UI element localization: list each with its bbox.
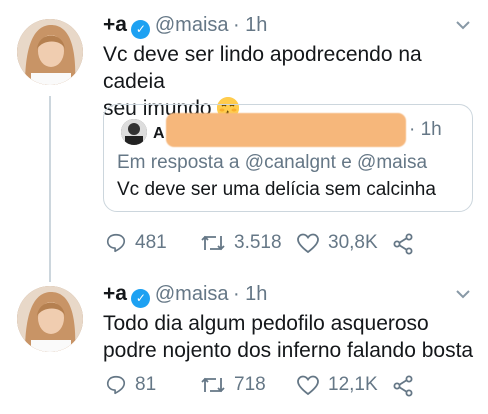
quoted-tweet[interactable]: A · 1h Em resposta a @canalgnt e @maisa … (103, 104, 473, 212)
reply-prefix: Em resposta a (117, 152, 240, 173)
quoted-time-value: 1h (420, 119, 442, 140)
verified-icon: ✓ (131, 289, 151, 308)
quoted-name-fragment: A (153, 125, 165, 142)
tweet-time[interactable]: · 1h (233, 283, 267, 305)
thread-line (49, 96, 51, 282)
tweet-text-line: podre nojento dos inferno falando bosta (103, 339, 474, 362)
tweet-text-line: Todo dia algum pedofilo asqueroso (103, 312, 429, 335)
reply-handle[interactable]: @maisa (357, 152, 427, 173)
quoted-time: · 1h (409, 119, 442, 141)
chevron-down-icon[interactable] (455, 287, 471, 305)
user-handle[interactable]: @maisa (155, 14, 229, 36)
reply-icon (106, 375, 126, 395)
reply-icon (106, 233, 126, 253)
like-button[interactable]: 12,1K (296, 374, 378, 396)
display-name[interactable]: +a (103, 13, 127, 36)
reply-button[interactable]: 81 (105, 374, 156, 396)
reply-count: 481 (135, 232, 167, 253)
quoted-avatar (121, 119, 147, 145)
share-icon (393, 375, 413, 397)
dot-separator: · (409, 119, 416, 140)
share-icon (393, 233, 413, 255)
share-button[interactable] (392, 233, 422, 255)
like-count: 30,8K (328, 232, 378, 253)
heart-icon (297, 375, 319, 396)
retweet-icon (201, 377, 225, 393)
quoted-text: Vc deve ser uma delícia sem calcinha (117, 179, 436, 200)
redaction-overlay (166, 113, 406, 147)
tweet-text-line: Vc deve ser lindo apodrecendo na cadeia (103, 43, 422, 93)
share-button[interactable] (392, 375, 422, 397)
avatar[interactable] (17, 286, 83, 352)
retweet-button[interactable]: 718 (200, 374, 266, 396)
avatar[interactable] (17, 19, 83, 85)
reply-handle[interactable]: @canalgnt (245, 152, 336, 173)
retweet-count: 3.518 (234, 232, 282, 253)
like-count: 12,1K (328, 374, 378, 395)
user-handle[interactable]: @maisa (155, 283, 229, 305)
reply-count: 81 (135, 374, 157, 395)
display-name[interactable]: +a (103, 282, 127, 305)
retweet-button[interactable]: 3.518 (200, 232, 282, 254)
verified-icon: ✓ (131, 20, 151, 39)
tweet-header: +a ✓ @maisa · 1h (103, 282, 267, 308)
reply-button[interactable]: 481 (105, 232, 167, 254)
reply-and: e (341, 152, 352, 173)
chevron-down-icon[interactable] (455, 18, 471, 36)
retweet-count: 718 (234, 374, 266, 395)
tweet-text: Todo dia algum pedofilo asqueroso podre … (103, 310, 478, 364)
heart-icon (297, 233, 319, 254)
retweet-icon (201, 235, 225, 251)
tweet-header: +a ✓ @maisa · 1h (103, 13, 267, 39)
tweet-time[interactable]: · 1h (233, 14, 267, 36)
reply-context: Em resposta a @canalgnt e @maisa (117, 152, 427, 174)
like-button[interactable]: 30,8K (296, 232, 378, 254)
